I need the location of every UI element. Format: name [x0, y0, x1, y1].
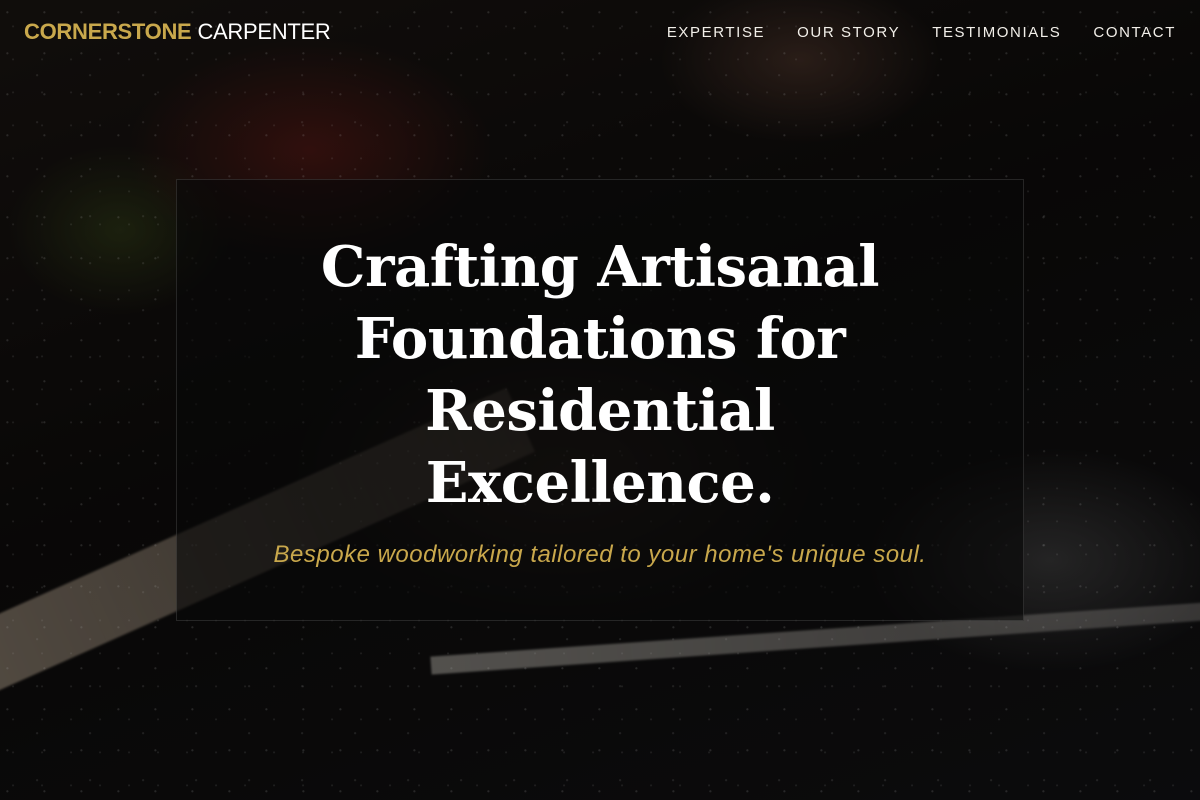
hero-subtitle: Bespoke woodworking tailored to your hom… — [273, 541, 927, 568]
logo-primary-text: CORNERSTONE — [24, 19, 192, 44]
page: CORNERSTONE CARPENTER EXPERTISE OUR STORY… — [0, 0, 1200, 800]
nav-link-our-story[interactable]: OUR STORY — [797, 24, 900, 41]
site-header: CORNERSTONE CARPENTER EXPERTISE OUR STORY… — [0, 0, 1200, 64]
main-nav: EXPERTISE OUR STORY TESTIMONIALS CONTACT — [667, 24, 1176, 41]
site-logo[interactable]: CORNERSTONE CARPENTER — [24, 19, 331, 45]
hero-card: Crafting Artisanal Foundations for Resid… — [176, 179, 1024, 621]
nav-link-contact[interactable]: CONTACT — [1093, 24, 1176, 41]
logo-secondary-text: CARPENTER — [197, 19, 331, 44]
nav-link-testimonials[interactable]: TESTIMONIALS — [932, 24, 1061, 41]
hero-title: Crafting Artisanal Foundations for Resid… — [320, 234, 880, 516]
nav-link-expertise[interactable]: EXPERTISE — [667, 24, 765, 41]
